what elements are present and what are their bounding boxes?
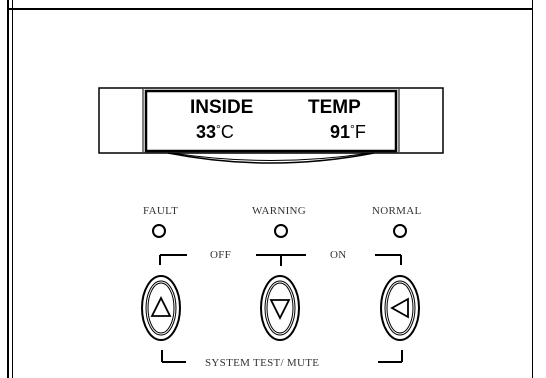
- display-temp-fahrenheit: 91°F: [330, 122, 366, 143]
- fault-label: FAULT: [143, 205, 179, 217]
- celsius-unit: C: [220, 122, 234, 142]
- fahrenheit-value: 91: [330, 122, 351, 142]
- fahrenheit-unit: F: [354, 122, 366, 142]
- warning-led: [274, 224, 288, 238]
- display-temp-label: TEMP: [308, 97, 361, 118]
- fault-led: [152, 224, 166, 238]
- triangle-up-icon: [150, 295, 172, 317]
- triangle-down-icon: [269, 299, 291, 321]
- system-test-mute-label: SYSTEM TEST/ MUTE: [205, 357, 320, 369]
- display-temp-celsius: 33°C: [196, 122, 234, 143]
- triangle-left-icon: [390, 297, 409, 319]
- down-button[interactable]: [260, 274, 300, 342]
- up-button[interactable]: [141, 274, 181, 342]
- normal-led: [393, 224, 407, 238]
- left-button[interactable]: [380, 274, 420, 342]
- warning-label: WARNING: [252, 205, 307, 217]
- normal-label: NORMAL: [372, 205, 422, 217]
- celsius-value: 33: [196, 122, 217, 142]
- display-inside-label: INSIDE: [190, 97, 254, 118]
- off-label: OFF: [210, 249, 232, 261]
- on-label: ON: [330, 249, 347, 261]
